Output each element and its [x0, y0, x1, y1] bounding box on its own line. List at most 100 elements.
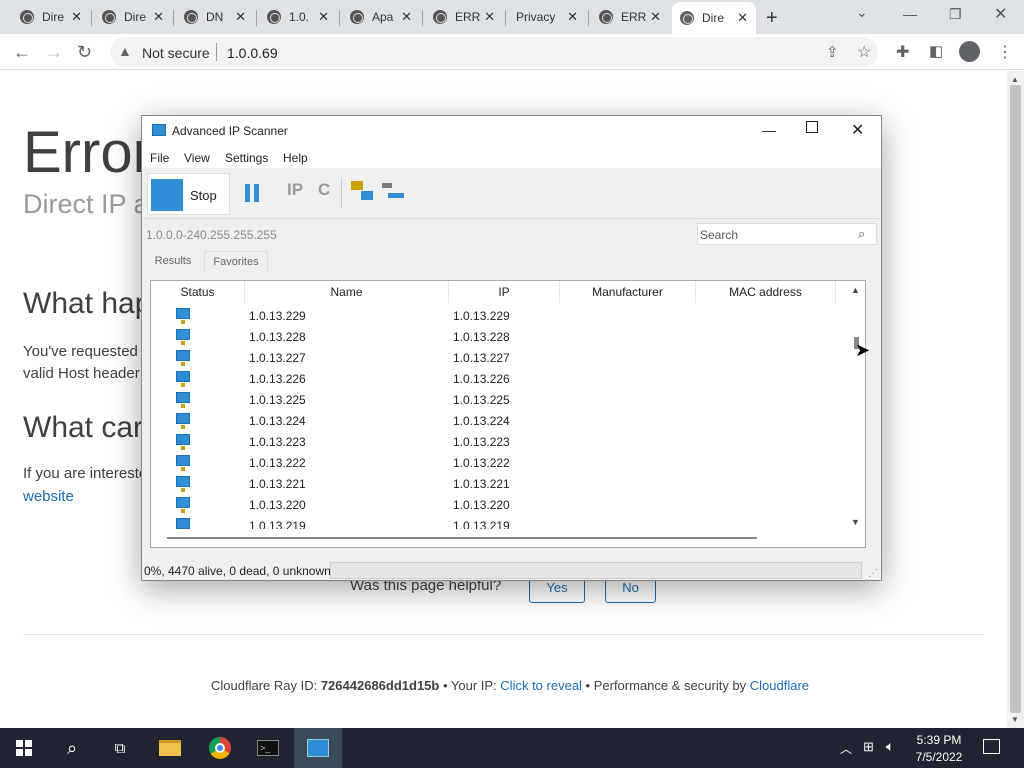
table-row[interactable]: 1.0.13.224 1.0.13.224	[151, 410, 849, 431]
pause-icon[interactable]	[245, 184, 250, 202]
search-input[interactable]: Search ⌕	[697, 223, 877, 245]
reveal-ip-link[interactable]: Click to reveal	[500, 678, 582, 693]
address-bar[interactable]: ▲ Not secure 1.0.0.69 ⇪ ☆	[110, 37, 878, 67]
maximize-button[interactable]	[806, 121, 818, 133]
restore-button[interactable]: ❐	[949, 6, 962, 23]
table-row[interactable]: 1.0.13.228 1.0.13.228	[151, 326, 849, 347]
browser-tab[interactable]: ERR ✕	[425, 4, 503, 30]
c-class-icon[interactable]: C	[318, 180, 330, 200]
mouse-cursor-icon: ➤	[855, 340, 871, 360]
terminal-icon[interactable]: >_	[244, 728, 292, 768]
column-mac-address[interactable]: MAC address	[696, 281, 836, 303]
column-ip[interactable]: IP	[449, 281, 560, 303]
table-row[interactable]: 1.0.13.222 1.0.13.222	[151, 452, 849, 473]
close-icon[interactable]: ✕	[235, 9, 246, 25]
stop-button[interactable]: Stop	[147, 173, 230, 215]
close-icon[interactable]: ✕	[484, 9, 495, 25]
new-tab-button[interactable]: +	[766, 7, 778, 30]
section-heading: What hap	[23, 287, 152, 320]
table-row[interactable]: 1.0.13.226 1.0.13.226	[151, 368, 849, 389]
bookmark-star-icon[interactable]: ☆	[857, 42, 871, 62]
page-scrollbar[interactable]: ▲ ▼	[1007, 71, 1024, 728]
table-row[interactable]: 1.0.13.223 1.0.13.223	[151, 431, 849, 452]
menu-file[interactable]: File	[150, 151, 169, 165]
close-icon[interactable]: ✕	[401, 9, 412, 25]
table-row[interactable]: 1.0.13.220 1.0.13.220	[151, 494, 849, 515]
volume-icon[interactable]: 🔈︎	[886, 738, 894, 755]
url-text[interactable]: 1.0.0.69	[227, 45, 278, 61]
file-explorer-icon[interactable]	[146, 728, 194, 768]
warning-icon[interactable]: ▲	[118, 43, 132, 59]
scroll-up-arrow[interactable]: ▲	[851, 285, 860, 295]
tab-search-icon[interactable]: ⌄	[856, 4, 868, 21]
close-icon[interactable]: ✕	[153, 9, 164, 25]
column-status[interactable]: Status	[151, 281, 245, 303]
forward-arrow-icon[interactable]: →	[45, 42, 63, 63]
browser-tab-active[interactable]: Dire ✕	[672, 2, 756, 34]
close-icon[interactable]: ✕	[318, 9, 329, 25]
close-icon[interactable]: ✕	[567, 9, 578, 25]
column-name[interactable]: Name	[245, 281, 449, 303]
ray-id: 726442686dd1d15b	[320, 678, 440, 693]
chrome-icon[interactable]	[196, 728, 244, 768]
browser-tab[interactable]: Privacy ✕	[508, 4, 586, 30]
back-arrow-icon[interactable]: ←	[13, 42, 31, 63]
menu-help[interactable]: Help	[283, 151, 308, 165]
status-text: 0%, 4470 alive, 0 dead, 0 unknown	[144, 564, 331, 578]
table-row[interactable]: 1.0.13.227 1.0.13.227	[151, 347, 849, 368]
results-table[interactable]: Status Name IP Manufacturer MAC address …	[150, 280, 866, 548]
resize-grip-icon[interactable]: ⋰	[868, 568, 878, 579]
expand-all-icon[interactable]	[351, 181, 375, 205]
grid-hscrollbar-thumb[interactable]	[167, 537, 757, 539]
ip-scanner-taskbar-icon[interactable]	[294, 728, 342, 768]
task-view-icon[interactable]: ⧉	[96, 728, 144, 768]
search-icon[interactable]: ⌕	[858, 226, 865, 242]
tab-results[interactable]: Results	[148, 251, 198, 271]
clock-time[interactable]: 5:39 PM	[916, 733, 962, 747]
minimize-button[interactable]: —	[903, 6, 917, 22]
start-button[interactable]	[0, 728, 48, 768]
collapse-all-icon[interactable]	[382, 181, 406, 205]
reload-icon[interactable]: ↻	[77, 42, 92, 63]
share-icon[interactable]: ⇪	[826, 43, 839, 61]
column-manufacturer[interactable]: Manufacturer	[560, 281, 696, 303]
clock-date[interactable]: 7/5/2022	[913, 750, 965, 764]
search-icon[interactable]: ⌕	[48, 728, 96, 768]
ip-range-input[interactable]: 1.0.0.0-240.255.255.255	[146, 224, 691, 246]
globe-icon	[350, 10, 364, 24]
security-label[interactable]: Not secure	[142, 45, 210, 61]
page-scrollbar-thumb[interactable]	[1010, 85, 1021, 713]
close-icon[interactable]: ✕	[650, 9, 661, 25]
table-row[interactable]: 1.0.13.219 1.0.13.219	[151, 515, 849, 529]
browser-tab[interactable]: 1.0. ✕	[259, 4, 337, 30]
close-button[interactable]: ✕	[851, 120, 864, 140]
window-close-button[interactable]: ✕	[994, 4, 1007, 24]
close-icon[interactable]: ✕	[737, 10, 748, 26]
menu-kebab-icon[interactable]: ⋮	[997, 42, 1013, 62]
scroll-down-arrow[interactable]: ▼	[851, 517, 860, 527]
cloudflare-link[interactable]: Cloudflare	[750, 678, 809, 693]
browser-tab[interactable]: ERR ✕	[591, 4, 669, 30]
extensions-icon[interactable]: ✚	[896, 42, 909, 62]
notification-icon[interactable]	[983, 739, 1000, 754]
close-icon[interactable]: ✕	[71, 9, 82, 25]
table-row[interactable]: 1.0.13.221 1.0.13.221	[151, 473, 849, 494]
browser-tab[interactable]: DN ✕	[176, 4, 254, 30]
ip-icon[interactable]: IP	[287, 180, 303, 200]
browser-tab[interactable]: Dire ✕	[94, 4, 172, 30]
side-panel-icon[interactable]: ◧	[929, 42, 943, 60]
website-link[interactable]: website	[23, 488, 74, 505]
table-row[interactable]: 1.0.13.225 1.0.13.225	[151, 389, 849, 410]
browser-tab[interactable]: Apa ✕	[342, 4, 420, 30]
page-subtitle: Direct IP a	[23, 189, 149, 219]
chevron-up-icon[interactable]: ︿	[840, 740, 852, 757]
network-icon[interactable]: ⊞	[863, 739, 874, 755]
menu-settings[interactable]: Settings	[225, 151, 268, 165]
globe-icon	[184, 10, 198, 24]
profile-avatar[interactable]	[959, 41, 980, 62]
browser-tab[interactable]: Dire ✕	[12, 4, 90, 30]
table-row[interactable]: 1.0.13.229 1.0.13.229	[151, 305, 849, 326]
minimize-button[interactable]: —	[762, 122, 776, 138]
menu-view[interactable]: View	[184, 151, 210, 165]
tab-favorites[interactable]: Favorites	[204, 251, 268, 271]
